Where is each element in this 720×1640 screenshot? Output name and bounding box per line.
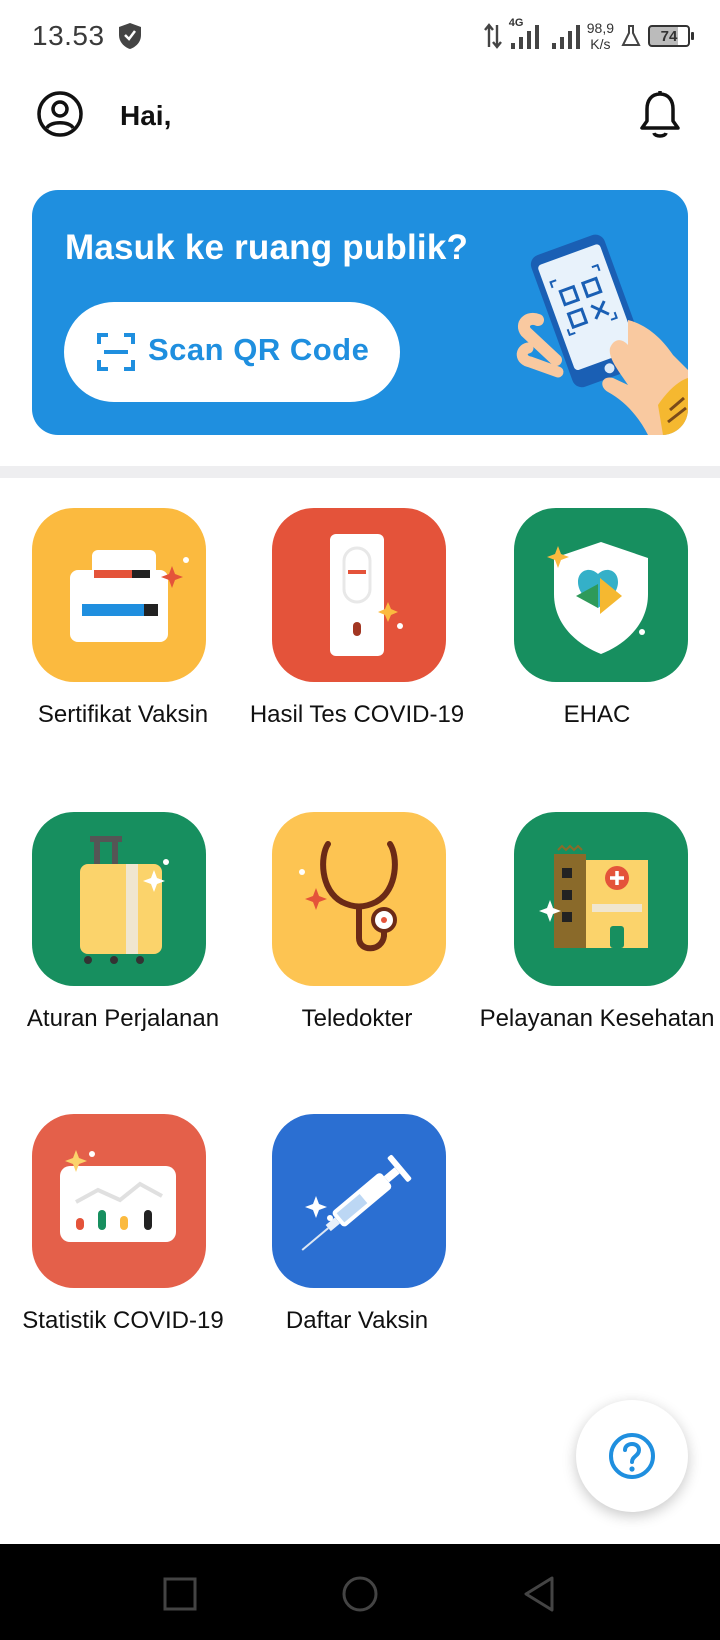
certificate-icon [32,508,206,682]
bell-icon[interactable] [638,90,682,140]
scan-icon [97,333,135,371]
menu-item-sertifikat-vaksin[interactable]: Sertifikat Vaksin [0,508,220,768]
stethoscope-icon [272,812,446,986]
chart-icon [32,1114,206,1288]
menu-item-ehac[interactable]: EHAC [474,508,694,768]
hospital-icon [514,812,688,986]
banner-title: Masuk ke ruang publik? [65,228,469,267]
profile-icon[interactable] [36,90,84,138]
syringe-icon [272,1114,446,1288]
signal-4g-icon: 4G [509,17,545,51]
menu-item-pelayanan-kesehatan[interactable]: Pelayanan Kesehatan [474,812,714,1072]
menu-label: Aturan Perjalanan [26,1005,220,1032]
scan-qr-label: Scan QR Code [148,332,370,367]
recents-icon[interactable] [158,1572,202,1616]
data-transfer-icon [483,23,502,49]
greeting-text: Hai, [120,100,172,131]
menu-label: Teledokter [301,1005,413,1032]
net-speed: 98,9 K/s [587,20,614,52]
shield-icon [514,508,688,682]
menu-item-teledokter[interactable]: Teledokter [236,812,456,1072]
status-time: 13.53 [32,20,105,51]
signal-icon [551,25,580,49]
suitcase-icon [32,812,206,986]
menu-label: Statistik COVID-19 [22,1307,224,1334]
scan-qr-button[interactable]: Scan QR Code [64,302,400,402]
back-icon[interactable] [518,1572,562,1616]
help-icon [609,1433,655,1479]
menu-label: EHAC [563,701,631,728]
menu-label: Sertifikat Vaksin [37,701,209,728]
battery-level: 74 [660,27,678,45]
net-speed-value: 98,9 [586,20,614,36]
menu-label: Hasil Tes COVID-19 [249,701,465,728]
menu-item-daftar-vaksin[interactable]: Daftar Vaksin [236,1114,456,1374]
menu-item-statistik[interactable]: Statistik COVID-19 [0,1114,224,1374]
status-bar: 13.53 4G 98,9 K/s 74 [0,0,720,76]
flask-icon [621,25,641,46]
net-speed-unit: K/s [590,36,611,52]
status-indicators: 4G 98,9 K/s 74 [483,16,694,56]
phone-hand-illustration [516,234,688,435]
battery-indicator: 74 [648,25,694,47]
test-kit-icon [272,508,446,682]
section-divider [0,466,720,478]
menu-item-aturan-perjalanan[interactable]: Aturan Perjalanan [0,812,220,1072]
menu-label: Daftar Vaksin [285,1307,429,1334]
scan-banner: Masuk ke ruang publik? Scan QR Code [32,190,688,435]
home-icon[interactable] [338,1572,382,1616]
menu-label: Pelayanan Kesehatan [479,1005,715,1032]
shield-status-icon [119,23,141,49]
header: Hai, [0,80,720,156]
menu-item-hasil-tes[interactable]: Hasil Tes COVID-19 [236,508,464,768]
help-button[interactable] [576,1400,688,1512]
system-nav-bar [0,1544,720,1640]
